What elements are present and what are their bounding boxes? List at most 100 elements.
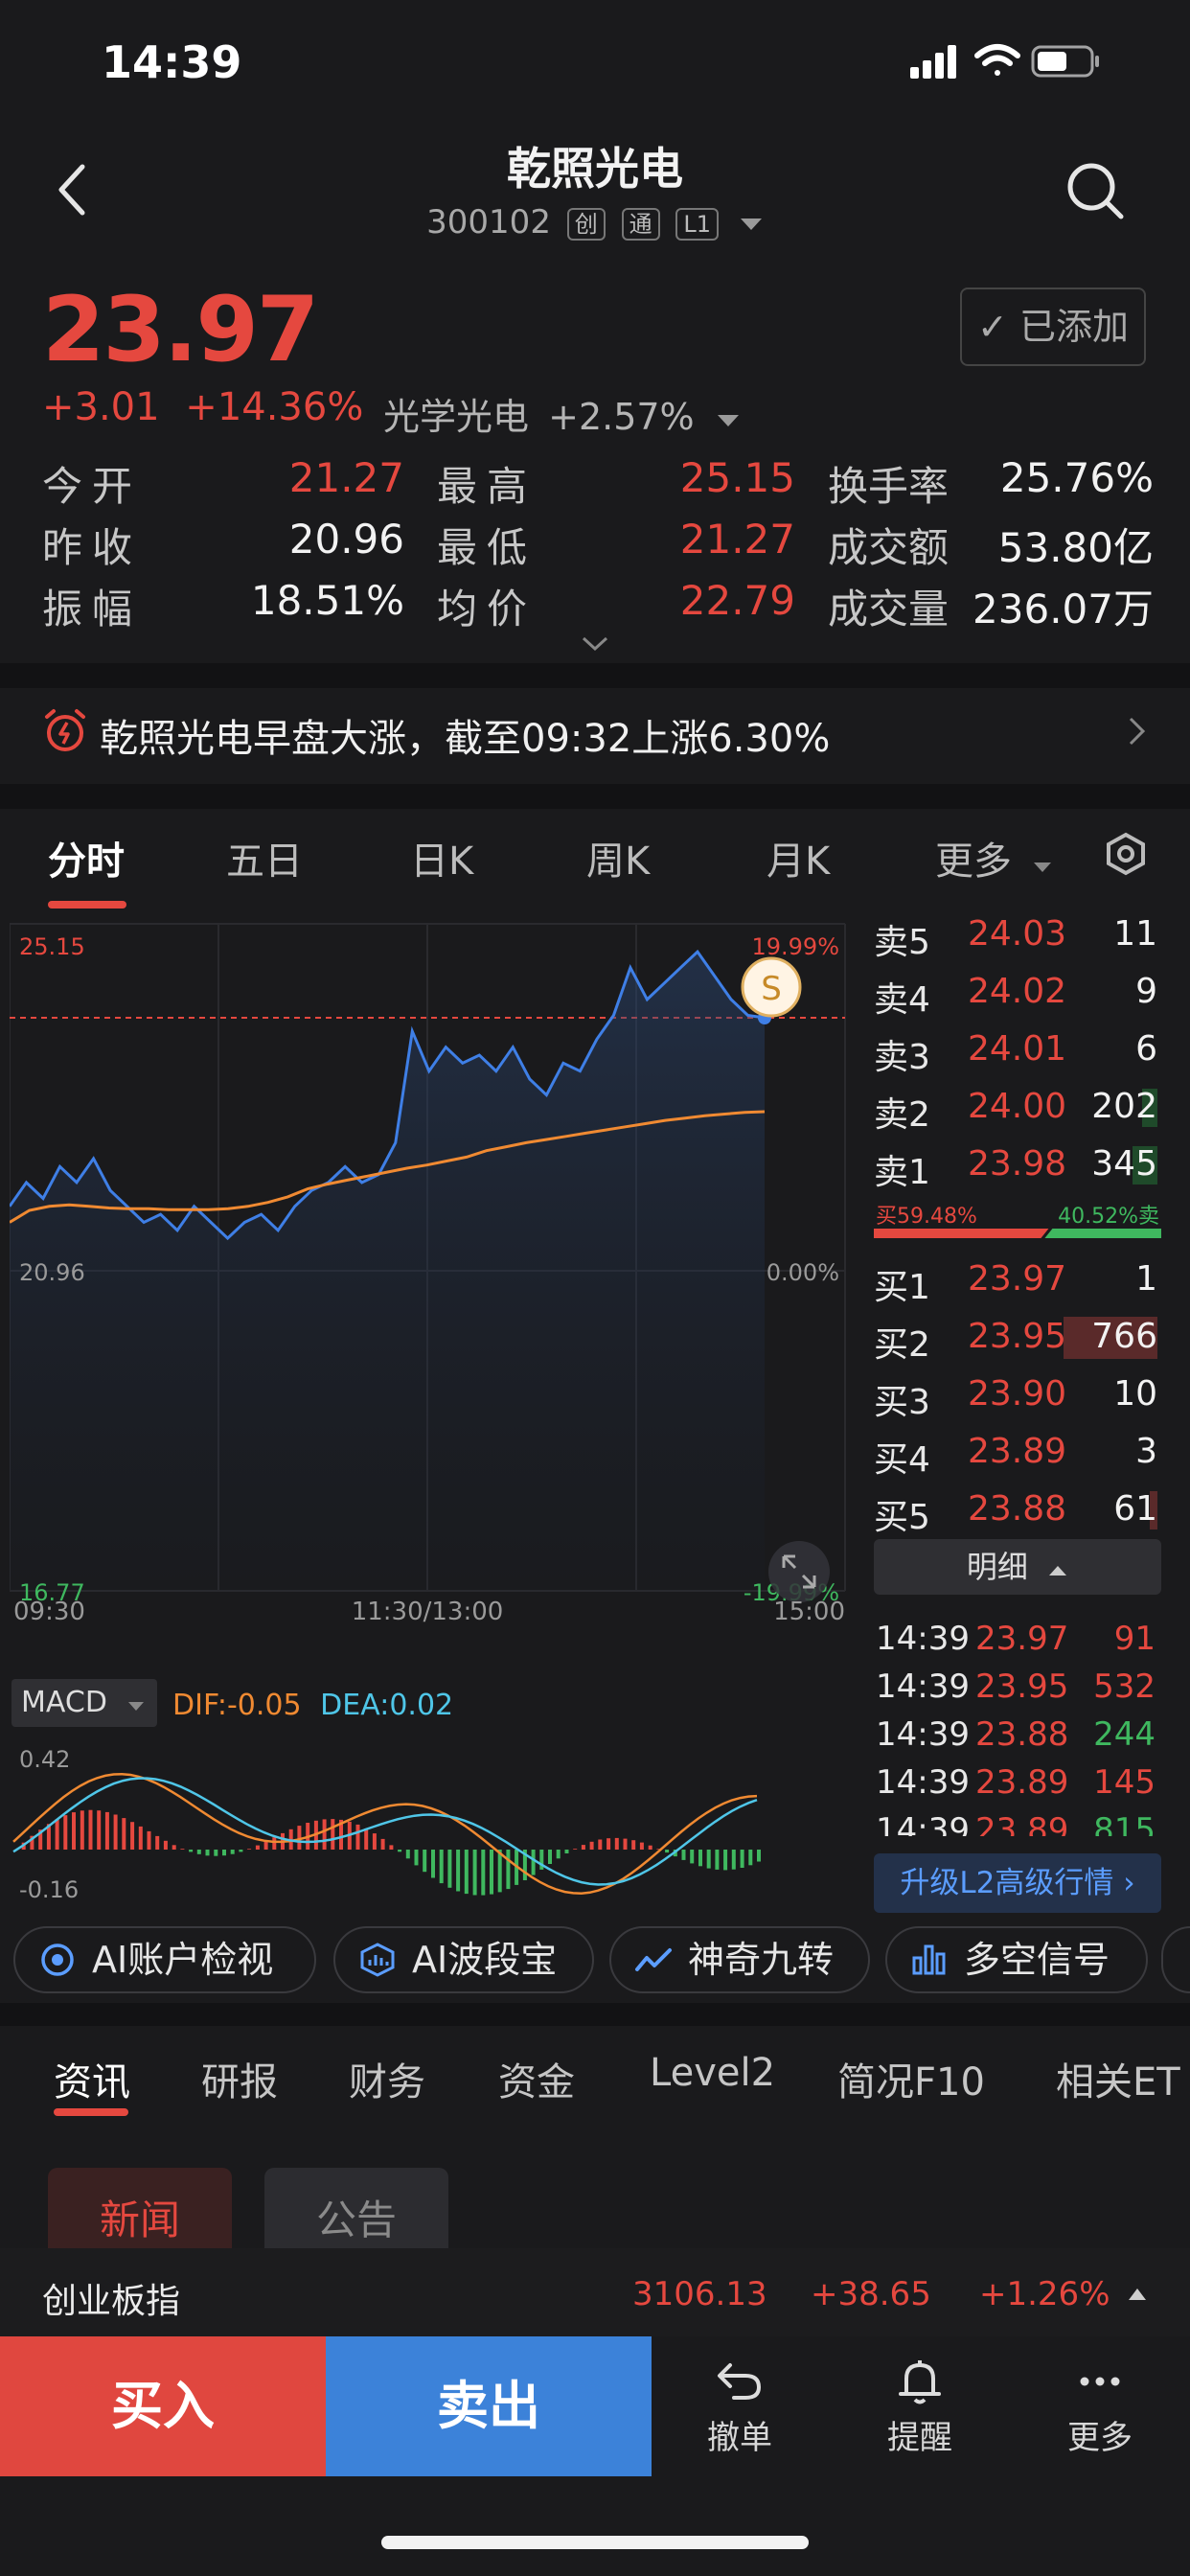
tick-vol: 244 (1093, 1715, 1156, 1754)
status-time: 14:39 (102, 36, 242, 88)
ask-row[interactable]: 卖4 24.02 9 (872, 964, 1161, 1020)
subtab-notice[interactable]: 公告 (264, 2168, 448, 2260)
bid-row[interactable]: 买3 23.90 10 (872, 1367, 1161, 1422)
quote-label: 振幅 (42, 586, 143, 632)
chip-label: 多空信号 (964, 1939, 1110, 1981)
macd-bar (623, 1838, 628, 1850)
macd-chart[interactable]: 0.42 -0.16 (10, 1735, 776, 1917)
ask-label: 卖2 (874, 1095, 930, 1135)
y-tick-mid: 20.96 (19, 1259, 85, 1286)
ask-vol: 9 (1135, 972, 1157, 1011)
macd-bar (715, 1850, 720, 1870)
bid-row[interactable]: 买1 23.97 1 (872, 1252, 1161, 1307)
quote-value: 25.15 (679, 454, 795, 501)
tick-time: 14:39 (876, 1763, 970, 1802)
chevron-right-icon[interactable] (1127, 715, 1148, 748)
intraday-chart[interactable]: S 25.15 20.96 16.77 19.99% 0.00% -19.99%… (10, 920, 849, 1625)
macd-bar (147, 1830, 151, 1850)
more-label: 更多 (1067, 2419, 1133, 2457)
macd-bar (723, 1850, 728, 1871)
chip-ai-account-review[interactable]: AI账户检视 (13, 1926, 316, 1993)
tab-f10[interactable]: 简况F10 (837, 2051, 985, 2106)
search-icon[interactable] (1064, 159, 1127, 222)
macd-bar (372, 1833, 377, 1850)
news-banner-text[interactable]: 乾照光电早盘大涨，截至09:32上涨6.30% (100, 707, 830, 763)
tab-finance[interactable]: 财务 (349, 2051, 425, 2106)
quote-value: 25.76% (999, 454, 1154, 501)
subtab-news[interactable]: 新闻 (48, 2168, 232, 2260)
tab-capital[interactable]: 资金 (498, 2051, 575, 2106)
quote-label: 均价 (437, 586, 538, 632)
macd-bar (490, 1850, 493, 1895)
stock-code-row[interactable]: 300102 创 通 L1 (0, 203, 1190, 242)
macd-bar (380, 1838, 385, 1850)
signal-s-icon[interactable]: S (741, 956, 802, 1018)
bell-icon (899, 2360, 941, 2404)
chip-partial[interactable] (1161, 1926, 1190, 1993)
battery-icon (1031, 45, 1099, 78)
macd-bar (247, 1849, 252, 1850)
sector-row[interactable]: 光学光电 +2.57% (383, 387, 741, 440)
bid-row[interactable]: 买2 23.95 766 (872, 1309, 1161, 1365)
tab-research[interactable]: 研报 (201, 2051, 278, 2106)
ask-row[interactable]: 卖1 23.98 345 (872, 1137, 1161, 1192)
stock-code: 300102 (426, 203, 551, 242)
ask-label: 卖3 (874, 1038, 930, 1077)
settings-icon[interactable] (1104, 832, 1148, 876)
upgrade-l2-button[interactable]: 升级L2高级行情 › (874, 1853, 1161, 1913)
indicator-select[interactable]: MACD (11, 1679, 157, 1727)
check-icon: ✓ (977, 306, 1008, 348)
tab-more[interactable]: 更多 (935, 830, 1053, 886)
tab-related-etf[interactable]: 相关ET (1056, 2051, 1190, 2106)
macd-bar (239, 1850, 243, 1852)
tab-daily-k[interactable]: 日K (410, 830, 473, 886)
watchlist-added-button[interactable]: ✓ 已添加 (960, 288, 1146, 366)
caret-up-icon (1129, 2288, 1146, 2300)
macd-bar (456, 1850, 461, 1892)
macd-bar (631, 1840, 636, 1850)
tab-level2[interactable]: Level2 (650, 2051, 775, 2095)
tab-intraday[interactable]: 分时 (48, 830, 125, 886)
bid-row[interactable]: 买5 23.88 61 (872, 1482, 1161, 1537)
alert-button[interactable]: 提醒 (834, 2336, 1006, 2476)
macd-bar (322, 1819, 327, 1850)
buy-ratio: 买59.48% (876, 1205, 977, 1229)
caret-down-icon (717, 415, 739, 426)
ask-price: 23.98 (968, 1144, 1067, 1184)
tick-detail-button[interactable]: 明细 (874, 1539, 1161, 1595)
tab-five-day[interactable]: 五日 (226, 830, 303, 886)
quote-label: 成交量 (828, 586, 950, 632)
chip-magic-nine[interactable]: 神奇九转 (609, 1926, 870, 1993)
macd-bar (255, 1845, 260, 1850)
ask-row[interactable]: 卖5 24.03 11 (872, 907, 1161, 962)
quote-label: 最低 (437, 524, 538, 571)
caret-down-icon (740, 218, 762, 230)
macd-bar (606, 1838, 611, 1850)
index-name: 创业板指 (42, 2282, 181, 2321)
chevron-down-icon[interactable] (581, 634, 609, 654)
more-actions-button[interactable]: 更多 (1014, 2336, 1186, 2476)
cancel-order-button[interactable]: 撤单 (653, 2336, 826, 2476)
detail-label: 明细 (966, 1549, 1028, 1585)
tick-row: 14:39 23.89 145 (874, 1760, 1161, 1807)
sell-button[interactable]: 卖出 (326, 2336, 652, 2476)
buy-button[interactable]: 买入 (0, 2336, 326, 2476)
ask-price: 24.02 (968, 972, 1067, 1011)
x-tick-open: 09:30 (13, 1598, 85, 1625)
tab-news[interactable]: 资讯 (54, 2051, 130, 2106)
bid-vol: 766 (1091, 1317, 1157, 1356)
tab-monthly-k[interactable]: 月K (767, 830, 830, 886)
ask-row[interactable]: 卖3 24.01 6 (872, 1022, 1161, 1077)
sector-name: 光学光电 (383, 396, 530, 438)
ask-row[interactable]: 卖2 24.00 202 (872, 1079, 1161, 1135)
alert-label: 提醒 (887, 2419, 952, 2457)
bar-chart-icon (912, 1944, 946, 1975)
bid-row[interactable]: 买4 23.89 3 (872, 1424, 1161, 1480)
ask-vol: 345 (1091, 1144, 1157, 1184)
macd-bar (63, 1815, 68, 1850)
macd-bar (506, 1850, 511, 1890)
tab-weekly-k[interactable]: 周K (586, 830, 650, 886)
chip-long-short-signal[interactable]: 多空信号 (885, 1926, 1148, 1993)
fullscreen-icon[interactable] (768, 1541, 830, 1602)
chip-ai-wave[interactable]: AI波段宝 (333, 1926, 594, 1993)
